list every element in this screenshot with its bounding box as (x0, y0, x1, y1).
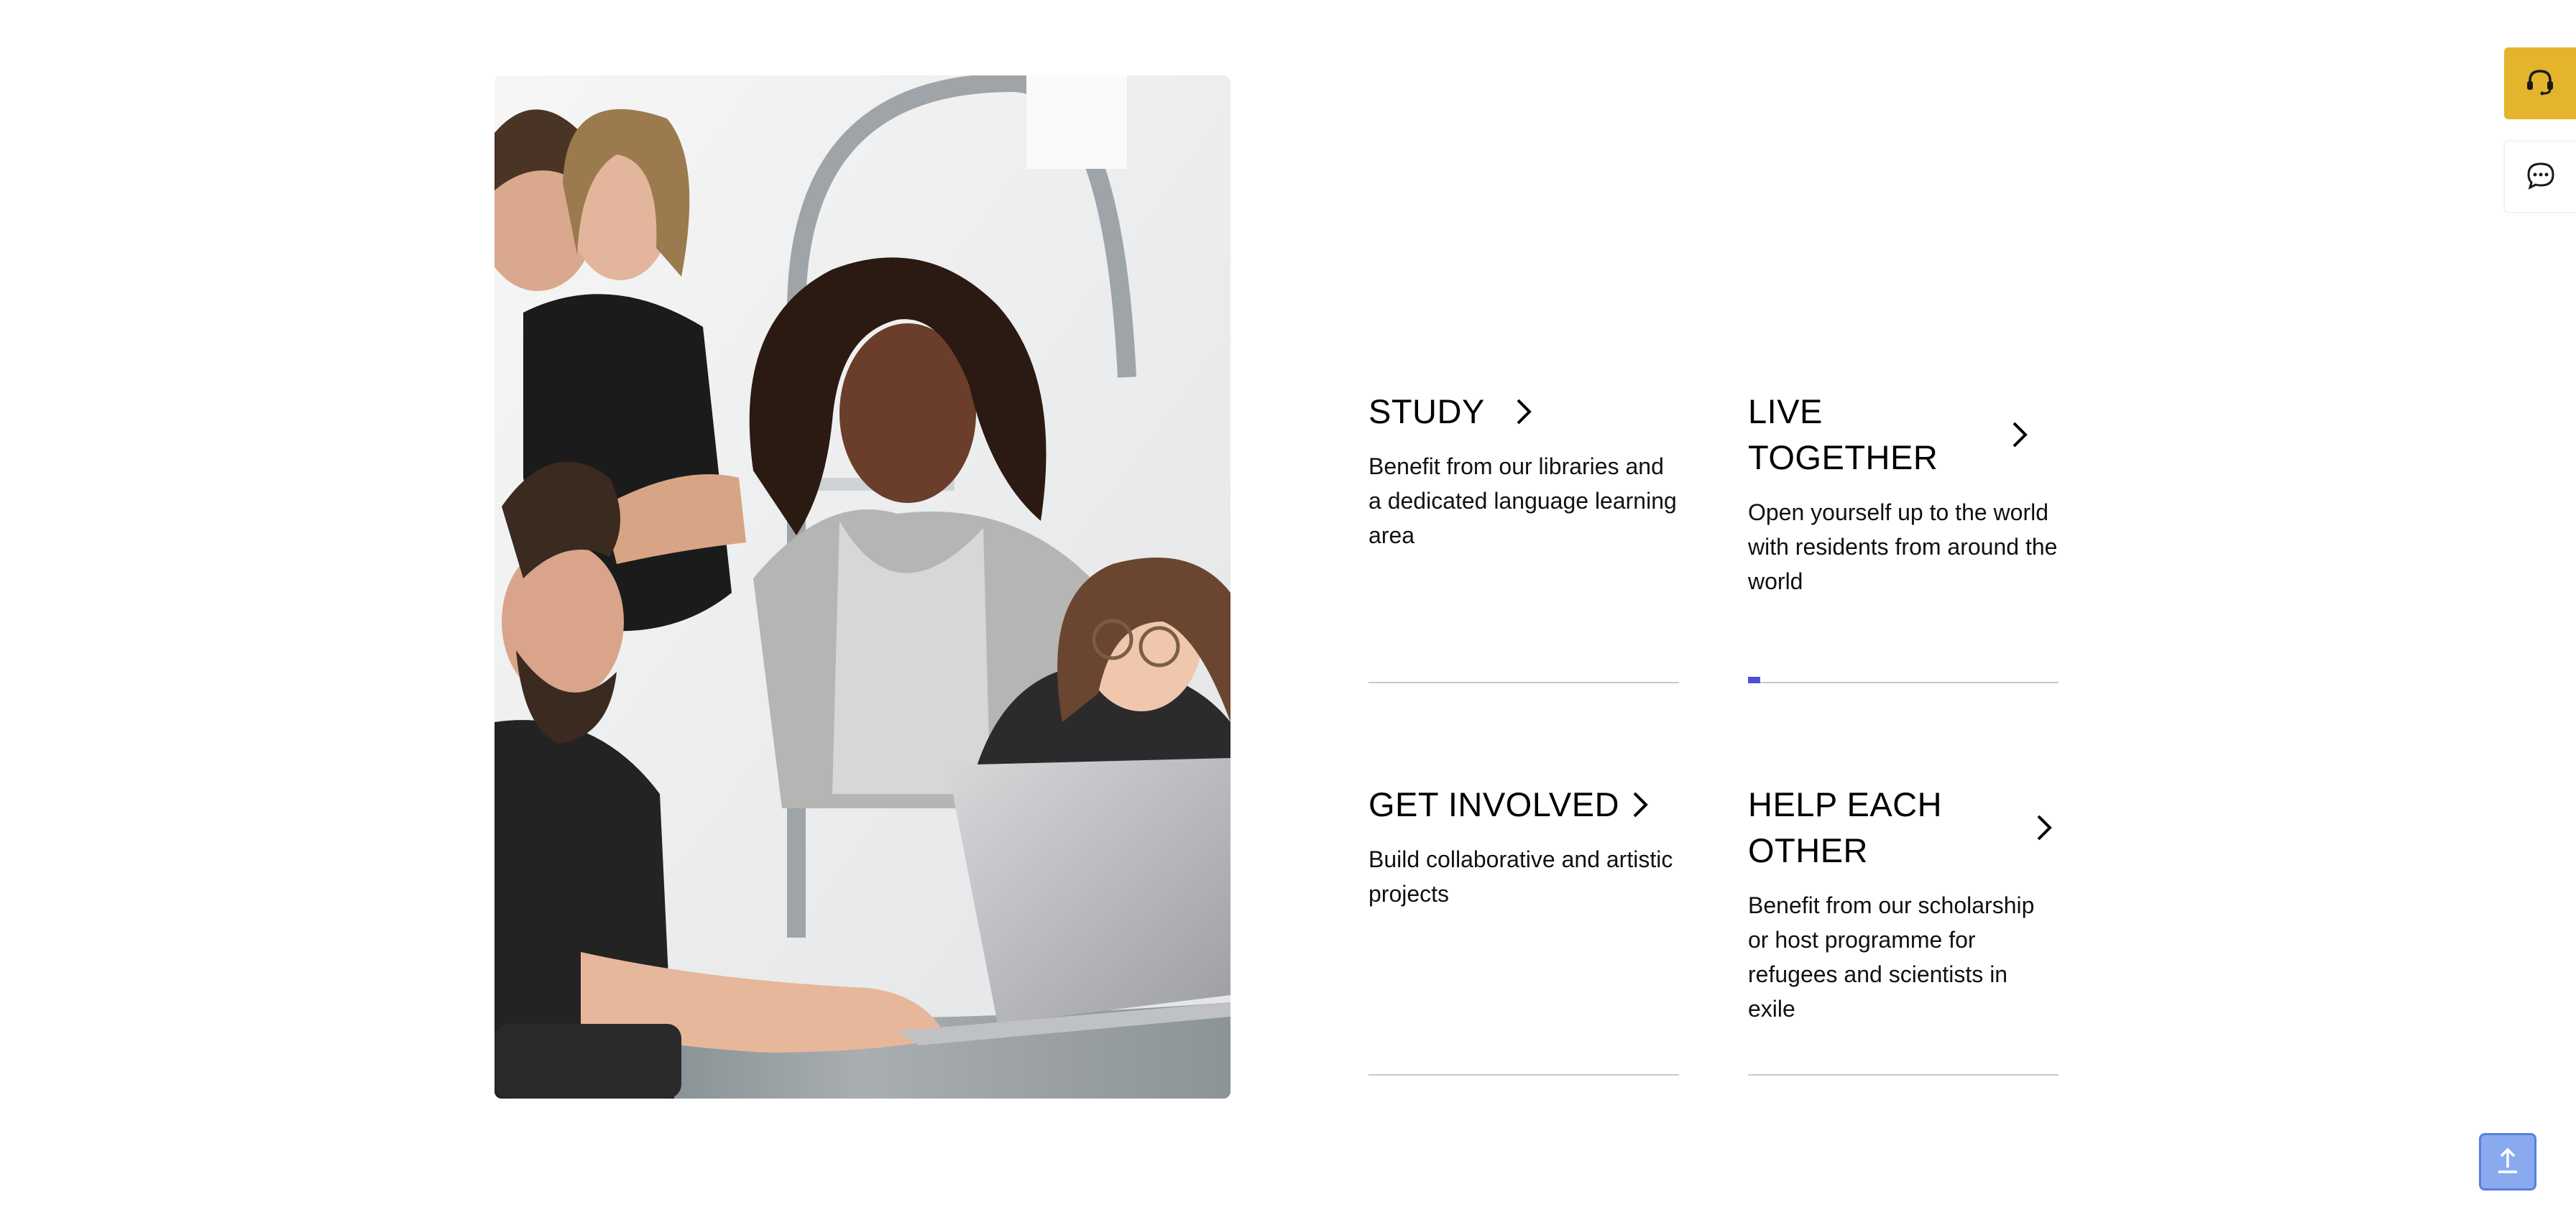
chevron-right-icon[interactable] (1509, 397, 1538, 426)
card-help-each-other-header[interactable]: HELP EACH OTHER (1748, 782, 2058, 874)
card-study[interactable]: STUDY Benefit from our libraries and a d… (1368, 389, 1679, 683)
card-get-involved[interactable]: GET INVOLVED Build collaborative and art… (1368, 782, 1679, 1076)
chevron-right-icon[interactable] (2005, 420, 2034, 449)
card-description: Open yourself up to the world with resid… (1748, 499, 2058, 594)
hero-photo (494, 75, 1230, 1099)
card-description: Benefit from our scholarship or host pro… (1748, 892, 2035, 1022)
chat-bubble-icon (2524, 159, 2557, 195)
headset-icon (2524, 65, 2557, 102)
card-live-together[interactable]: LIVE TOGETHER Open yourself up to the wo… (1748, 389, 2058, 683)
card-live-together-header[interactable]: LIVE TOGETHER (1748, 389, 2058, 481)
back-to-top-button[interactable] (2479, 1133, 2536, 1191)
arrow-up-icon (2496, 1146, 2520, 1178)
card-title: GET INVOLVED (1368, 785, 1620, 823)
card-progress-bar (1748, 677, 1761, 683)
chevron-right-icon[interactable] (1626, 790, 1655, 819)
page: STUDY Benefit from our libraries and a d… (0, 0, 2576, 1220)
chat-button[interactable] (2504, 141, 2576, 213)
card-title: STUDY (1368, 392, 1485, 430)
card-title: LIVE TOGETHER (1748, 392, 1938, 476)
card-help-each-other[interactable]: HELP EACH OTHER Benefit from our scholar… (1748, 782, 2058, 1076)
card-study-header[interactable]: STUDY (1368, 389, 1679, 435)
card-title: HELP EACH OTHER (1748, 785, 1943, 869)
chevron-right-icon[interactable] (2030, 813, 2058, 842)
card-description: Build collaborative and artistic project… (1368, 846, 1673, 907)
card-get-involved-header[interactable]: GET INVOLVED (1368, 782, 1679, 828)
card-description: Benefit from our libraries and a dedicat… (1368, 453, 1677, 548)
help-button[interactable] (2504, 47, 2576, 119)
